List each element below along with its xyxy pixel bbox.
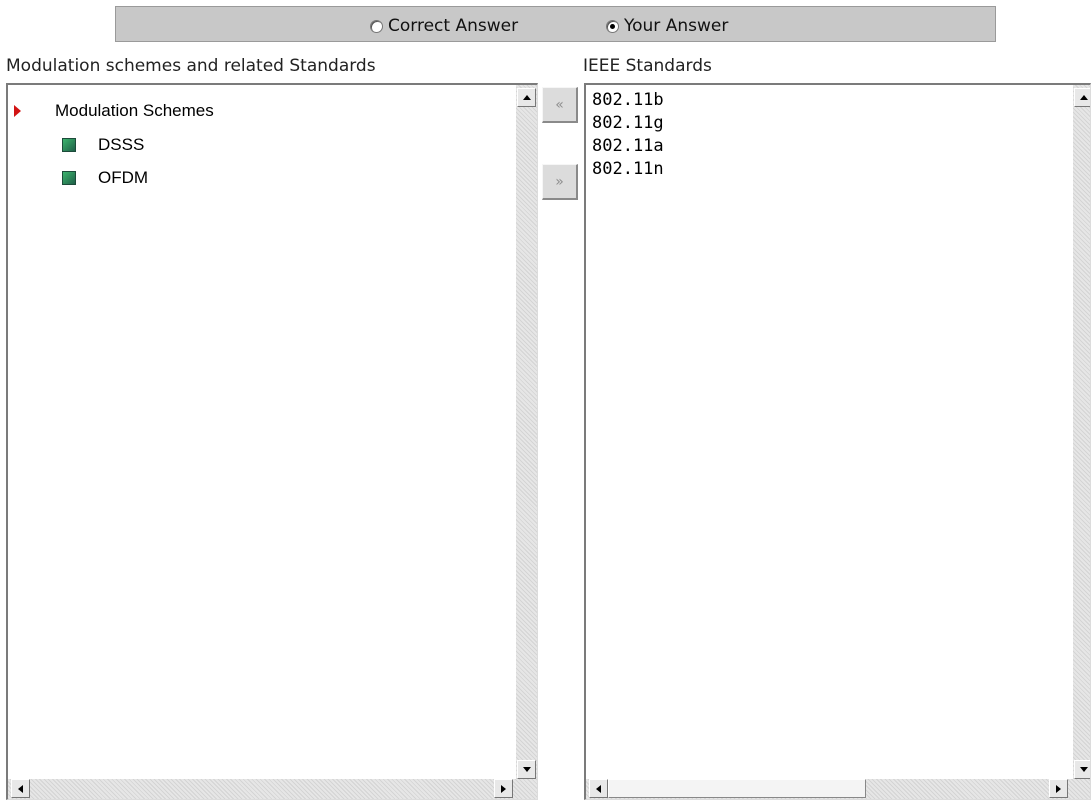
double-chevron-right-icon: » xyxy=(555,173,564,190)
scroll-down-button[interactable] xyxy=(517,760,536,779)
arrow-left-icon xyxy=(596,784,601,793)
modulation-tree-panel[interactable]: Modulation Schemes DSSS OFDM xyxy=(6,83,538,800)
node-square-icon xyxy=(62,138,76,152)
horizontal-scrollbar[interactable] xyxy=(8,779,537,799)
list-item[interactable]: 802.11b xyxy=(592,89,664,112)
ieee-standards-list[interactable]: 802.11b 802.11g 802.11a 802.11n xyxy=(584,83,1091,800)
tree-node-modulation-schemes[interactable]: Modulation Schemes xyxy=(12,101,214,121)
arrow-up-icon xyxy=(1079,95,1088,100)
your-answer-label: Your Answer xyxy=(624,16,729,36)
correct-answer-radio[interactable]: Correct Answer xyxy=(370,16,518,36)
node-square-icon xyxy=(62,171,76,185)
correct-answer-label: Correct Answer xyxy=(388,16,519,36)
right-panel-heading: IEEE Standards xyxy=(583,56,712,76)
vertical-scrollbar[interactable] xyxy=(516,85,537,779)
scroll-up-button[interactable] xyxy=(1074,88,1090,107)
arrow-down-icon xyxy=(522,767,531,772)
arrow-up-icon xyxy=(522,95,531,100)
horizontal-scrollbar[interactable] xyxy=(586,779,1090,799)
arrow-right-icon xyxy=(501,784,506,793)
tree-node-dsss[interactable]: DSSS xyxy=(62,135,144,155)
expand-arrow-icon[interactable] xyxy=(14,105,21,117)
scroll-right-button[interactable] xyxy=(494,779,513,798)
your-answer-radio[interactable]: Your Answer xyxy=(606,16,728,36)
list-item[interactable]: 802.11g xyxy=(592,112,664,135)
move-right-button[interactable]: » xyxy=(542,164,578,200)
scroll-left-button[interactable] xyxy=(589,779,608,798)
answer-toggle-bar: Correct Answer Your Answer xyxy=(115,6,996,42)
scroll-down-button[interactable] xyxy=(1074,760,1090,779)
radio-checked-icon[interactable] xyxy=(606,19,619,33)
radio-unchecked-icon[interactable] xyxy=(370,19,383,33)
list-item[interactable]: 802.11a xyxy=(592,135,664,158)
arrow-left-icon xyxy=(18,784,23,793)
scroll-thumb[interactable] xyxy=(608,779,866,798)
arrow-right-icon xyxy=(1056,784,1061,793)
left-panel-heading: Modulation schemes and related Standards xyxy=(6,56,376,76)
standards-list-items: 802.11b 802.11g 802.11a 802.11n xyxy=(592,89,664,181)
scroll-left-button[interactable] xyxy=(11,779,30,798)
tree-node-label: Modulation Schemes xyxy=(55,101,214,120)
vertical-scrollbar[interactable] xyxy=(1073,85,1090,779)
tree-node-label: OFDM xyxy=(98,168,149,187)
scroll-right-button[interactable] xyxy=(1049,779,1068,798)
list-item[interactable]: 802.11n xyxy=(592,158,664,181)
double-chevron-left-icon: « xyxy=(555,96,564,113)
move-left-button[interactable]: « xyxy=(542,87,578,123)
tree-node-label: DSSS xyxy=(98,135,145,154)
scroll-up-button[interactable] xyxy=(517,88,536,107)
tree-node-ofdm[interactable]: OFDM xyxy=(62,168,148,188)
arrow-down-icon xyxy=(1079,767,1088,772)
